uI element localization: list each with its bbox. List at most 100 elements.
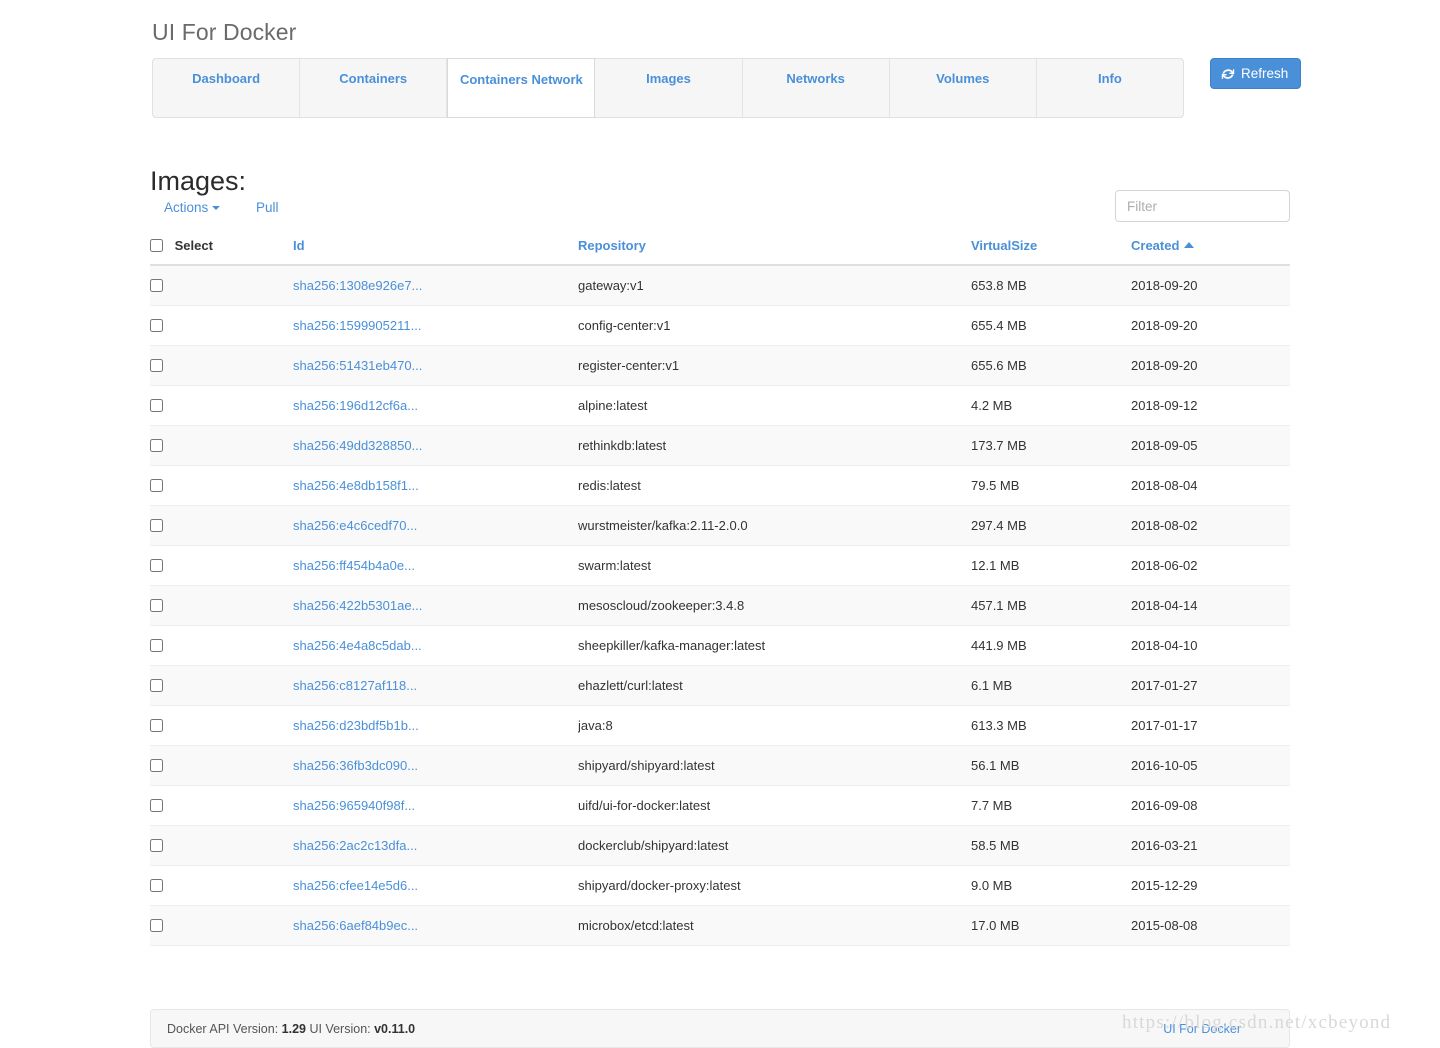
image-id-link[interactable]: sha256:51431eb470... [293,358,422,373]
row-select-checkbox[interactable] [150,399,163,412]
row-select-cell [150,346,293,386]
row-id-cell: sha256:196d12cf6a... [293,386,578,426]
column-header-virtualsize[interactable]: VirtualSize [971,238,1131,265]
image-id-link[interactable]: sha256:36fb3dc090... [293,758,418,773]
table-row: sha256:1308e926e7...gateway:v1653.8 MB20… [150,265,1290,306]
tab-images-label: Images [646,70,691,88]
row-select-cell [150,306,293,346]
tab-containers-network-label: Containers Network [460,71,583,89]
row-select-cell [150,826,293,866]
row-repository-cell: java:8 [578,706,971,746]
tab-images[interactable]: Images [595,59,742,117]
image-id-link[interactable]: sha256:4e8db158f1... [293,478,419,493]
row-select-checkbox[interactable] [150,759,163,772]
footer-project-link[interactable]: UI For Docker [1163,1022,1241,1036]
tab-containers-network[interactable]: Containers Network [447,58,595,118]
row-select-checkbox[interactable] [150,879,163,892]
table-row: sha256:c8127af118... ehazlett/curl:latest… [150,666,1290,706]
row-created-cell: 2016-03-21 [1131,826,1290,866]
row-virtualsize-cell: 457.1 MB [971,586,1131,626]
image-id-link[interactable]: sha256:422b5301ae... [293,598,422,613]
refresh-button[interactable]: Refresh [1210,58,1301,89]
images-table-container: Select Id Repository VirtualSize Created [150,238,1290,946]
row-virtualsize-cell: 7.7 MB [971,786,1131,826]
row-created-cell: 2018-09-12 [1131,386,1290,426]
row-virtualsize-cell: 655.6 MB [971,346,1131,386]
row-virtualsize-cell: 173.7 MB [971,426,1131,466]
row-select-checkbox[interactable] [150,719,163,732]
row-select-checkbox[interactable] [150,679,163,692]
image-id-link[interactable]: sha256:c8127af118... [293,678,417,693]
row-repository-cell: shipyard/docker-proxy:latest [578,866,971,906]
row-id-cell: sha256:422b5301ae... [293,586,578,626]
table-row: sha256:4e8db158f1...redis:latest79.5 MB2… [150,466,1290,506]
row-select-cell [150,706,293,746]
image-id-link[interactable]: sha256:cfee14e5d6... [293,878,418,893]
row-id-cell: sha256:51431eb470... [293,346,578,386]
table-row: sha256:51431eb470...register-center:v165… [150,346,1290,386]
row-virtualsize-cell: 9.0 MB [971,866,1131,906]
row-select-checkbox[interactable] [150,359,163,372]
table-row: sha256:6aef84b9ec...microbox/etcd:latest… [150,906,1290,946]
actions-dropdown[interactable]: Actions [164,200,220,215]
row-select-checkbox[interactable] [150,519,163,532]
section-title: Images: [150,165,246,197]
refresh-button-label: Refresh [1241,66,1288,81]
row-repository-cell: rethinkdb:latest [578,426,971,466]
image-id-link[interactable]: sha256:49dd328850... [293,438,422,453]
image-id-link[interactable]: sha256:196d12cf6a... [293,398,418,413]
image-id-link[interactable]: sha256:2ac2c13dfa... [293,838,417,853]
row-repository-cell: ehazlett/curl:latest [578,666,971,706]
row-select-cell [150,386,293,426]
tab-volumes-label: Volumes [936,70,989,88]
tab-containers[interactable]: Containers [300,59,447,117]
row-id-cell: sha256:c8127af118... [293,666,578,706]
row-id-cell: sha256:4e8db158f1... [293,466,578,506]
row-select-checkbox[interactable] [150,279,163,292]
images-toolbar: Actions Pull [150,198,1290,232]
tab-info[interactable]: Info [1037,59,1183,117]
column-header-id[interactable]: Id [293,238,578,265]
image-id-link[interactable]: sha256:1308e926e7... [293,278,422,293]
row-select-checkbox[interactable] [150,439,163,452]
row-select-checkbox[interactable] [150,599,163,612]
image-id-link[interactable]: sha256:d23bdf5b1b... [293,718,419,733]
row-created-cell: 2018-04-10 [1131,626,1290,666]
column-header-created[interactable]: Created [1131,238,1290,265]
column-header-repository[interactable]: Repository [578,238,971,265]
row-virtualsize-cell: 653.8 MB [971,265,1131,306]
row-select-cell [150,666,293,706]
row-select-cell [150,906,293,946]
tab-volumes[interactable]: Volumes [890,59,1037,117]
select-all-checkbox[interactable] [150,239,163,252]
filter-input[interactable] [1115,190,1290,222]
tab-networks[interactable]: Networks [743,59,890,117]
page-title: UI For Docker [152,17,296,47]
row-created-cell: 2015-08-08 [1131,906,1290,946]
image-id-link[interactable]: sha256:1599905211... [293,318,421,333]
row-virtualsize-cell: 6.1 MB [971,666,1131,706]
row-select-checkbox[interactable] [150,799,163,812]
pull-button[interactable]: Pull [256,200,279,215]
image-id-link[interactable]: sha256:e4c6cedf70... [293,518,417,533]
row-select-checkbox[interactable] [150,639,163,652]
image-id-link[interactable]: sha256:4e4a8c5dab... [293,638,422,653]
image-id-link[interactable]: sha256:6aef84b9ec... [293,918,418,933]
tab-dashboard[interactable]: Dashboard [153,59,300,117]
table-row: sha256:d23bdf5b1b...java:8613.3 MB2017-0… [150,706,1290,746]
table-row: sha256:cfee14e5d6... shipyard/docker-prox… [150,866,1290,906]
row-select-checkbox[interactable] [150,559,163,572]
row-id-cell: sha256:ff454b4a0e... [293,546,578,586]
row-select-checkbox[interactable] [150,479,163,492]
row-id-cell: sha256:2ac2c13dfa... [293,826,578,866]
tab-dashboard-label: Dashboard [192,70,260,88]
row-select-cell [150,546,293,586]
row-id-cell: sha256:e4c6cedf70... [293,506,578,546]
image-id-link[interactable]: sha256:965940f98f... [293,798,415,813]
row-select-checkbox[interactable] [150,919,163,932]
actions-dropdown-label: Actions [164,200,208,215]
row-select-checkbox[interactable] [150,839,163,852]
image-id-link[interactable]: sha256:ff454b4a0e... [293,558,415,573]
row-created-cell: 2018-09-20 [1131,346,1290,386]
row-select-checkbox[interactable] [150,319,163,332]
